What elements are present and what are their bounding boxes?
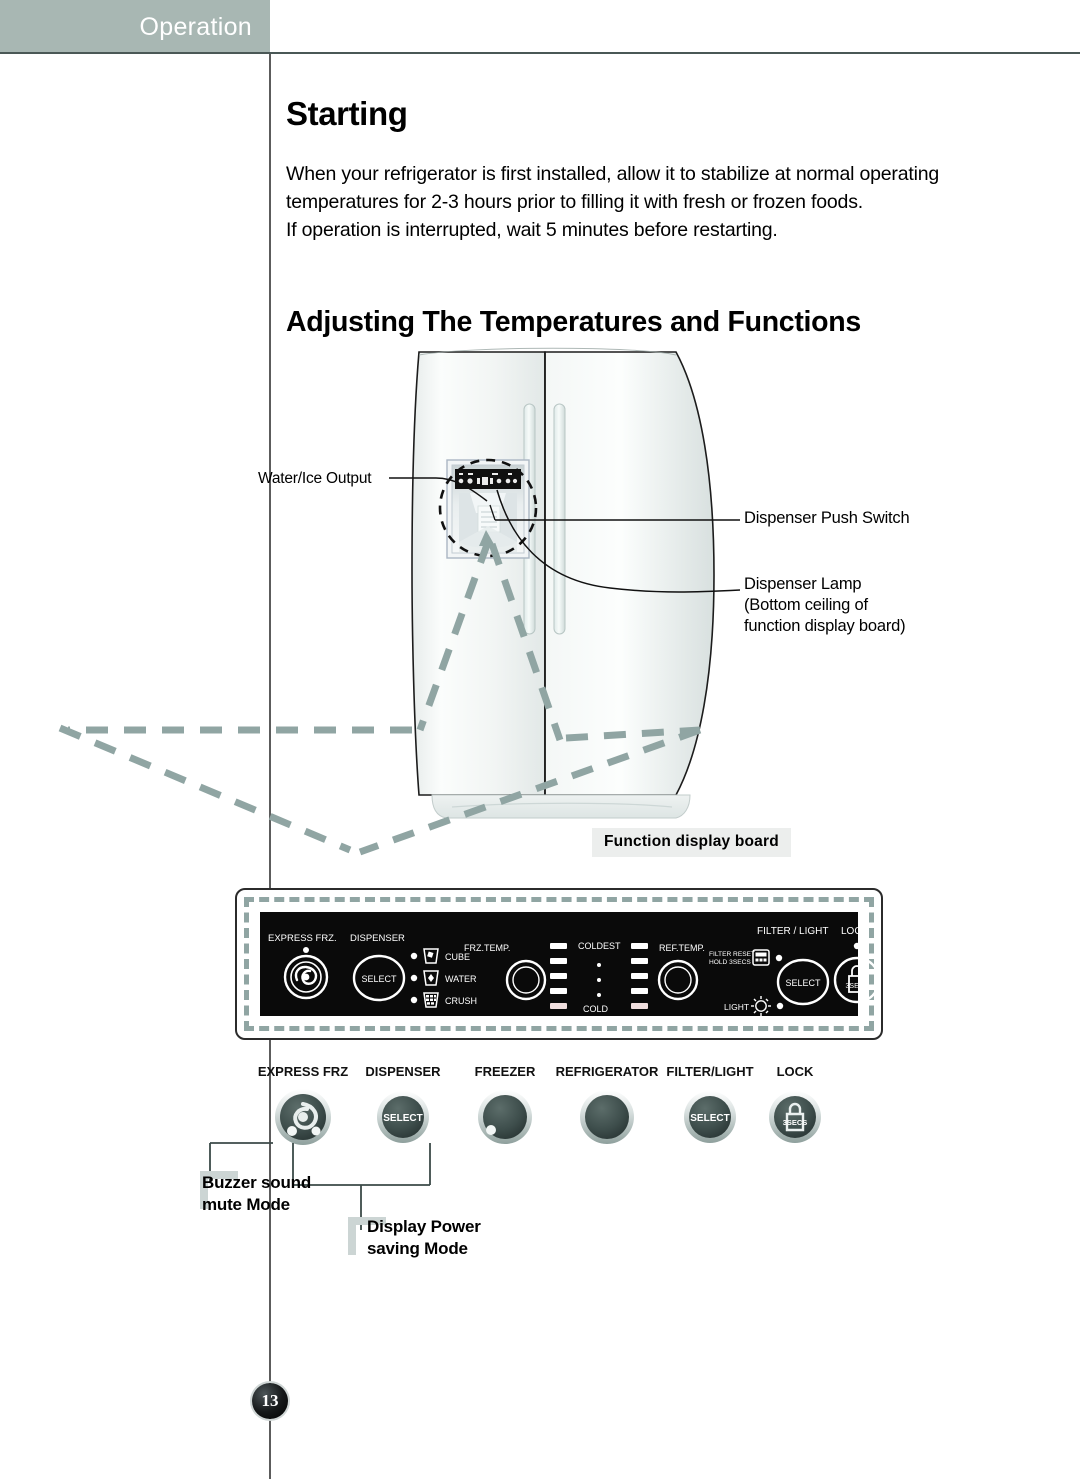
filter-icon <box>752 949 770 966</box>
panel-scale-coldest: COLDEST <box>578 941 621 951</box>
panel-label-filter-light: FILTER / LIGHT <box>757 926 829 937</box>
btn-label-freezer: FREEZER <box>475 1064 536 1079</box>
section-header-band: Operation <box>0 0 270 54</box>
ref-temp-knob <box>657 959 699 1001</box>
led-light <box>776 1002 784 1010</box>
frz-temp-scale-bars <box>550 943 567 1009</box>
panel-label-frz-temp: FRZ.TEMP. <box>464 943 510 953</box>
panel-controls: EXPRESS FRZ. DISPENSER SELECT CUBE WATER… <box>268 926 881 1016</box>
svg-text:SELECT: SELECT <box>785 978 821 988</box>
callout-dispenser-push-switch: Dispenser Push Switch <box>744 509 910 527</box>
panel-option-crush: CRUSH <box>445 996 477 1006</box>
panel-option-cube: CUBE <box>445 952 470 962</box>
svg-text:3SECS: 3SECS <box>846 983 869 990</box>
panel-label-light: LIGHT <box>724 1002 749 1012</box>
starting-paragraph: When your refrigerator is first installe… <box>286 163 939 242</box>
panel-label-express-frz: EXPRESS FRZ. <box>268 933 337 944</box>
express-frz-indicator-led <box>303 947 309 953</box>
header-horizontal-rule <box>270 52 1080 54</box>
panel-label-ref-temp: REF.TEMP. <box>659 943 705 953</box>
svg-text:SELECT: SELECT <box>383 1113 422 1124</box>
ref-temp-scale-bars <box>631 943 648 1009</box>
callout-water-ice-output: Water/Ice Output <box>258 470 372 487</box>
page-number-badge: 13 <box>252 1383 288 1419</box>
function-display-board-panel: EXPRESS FRZ. DISPENSER SELECT CUBE WATER… <box>235 888 883 1040</box>
svg-text:SELECT: SELECT <box>690 1113 729 1124</box>
lock-button: 3SECS <box>833 956 881 1004</box>
frz-temp-knob <box>505 959 547 1001</box>
content-column: Starting When your refrigerator is first… <box>286 95 986 339</box>
enlarged-button-lock: 3SECS <box>769 1091 821 1143</box>
panel-scale-cold: COLD <box>583 1004 609 1014</box>
btn-label-refrigerator: REFRIGERATOR <box>556 1064 659 1079</box>
led-cube <box>410 952 418 960</box>
refrigerator-illustration <box>58 347 741 856</box>
light-bulb-icon <box>751 996 771 1016</box>
btn-label-filter-light: FILTER/LIGHT <box>666 1064 753 1079</box>
panel-label-dispenser: DISPENSER <box>350 933 405 944</box>
panel-label-filter-reset-line2: HOLD 3SECS <box>709 959 751 966</box>
btn-label-express-frz: EXPRESS FRZ <box>258 1064 348 1079</box>
express-frz-button <box>283 954 329 1000</box>
panel-label-filter-reset-line1: FILTER RESET <box>709 951 755 958</box>
btn-label-dispenser: DISPENSER <box>365 1064 441 1079</box>
annotation-buzzer-sound-mute: Buzzer sound mute Mode <box>202 1173 312 1214</box>
panel-label-lock: LOCK <box>841 926 869 937</box>
function-display-board-label: Function display board <box>592 828 791 857</box>
panel-option-water: WATER <box>445 974 477 984</box>
led-water <box>410 974 418 982</box>
dispenser-select-button: SELECT <box>352 954 406 1002</box>
lock-indicator-led <box>853 942 861 950</box>
filter-light-select-button: SELECT <box>776 958 830 1006</box>
refrigerator-figure: Water/Ice Output Dispenser Push Switch D… <box>0 330 1080 890</box>
heading-starting: Starting <box>286 95 408 132</box>
btn-label-lock: LOCK <box>777 1064 814 1079</box>
svg-text:3SECS: 3SECS <box>783 1118 808 1127</box>
callout-dispenser-lamp: Dispenser Lamp (Bottom ceiling of functi… <box>744 575 906 635</box>
annotation-display-power-saving: Display Power saving Mode <box>367 1217 481 1258</box>
led-crush <box>410 996 418 1004</box>
led-filter <box>775 954 783 962</box>
svg-text:SELECT: SELECT <box>361 974 397 984</box>
page-section-title: Operation <box>139 12 252 41</box>
